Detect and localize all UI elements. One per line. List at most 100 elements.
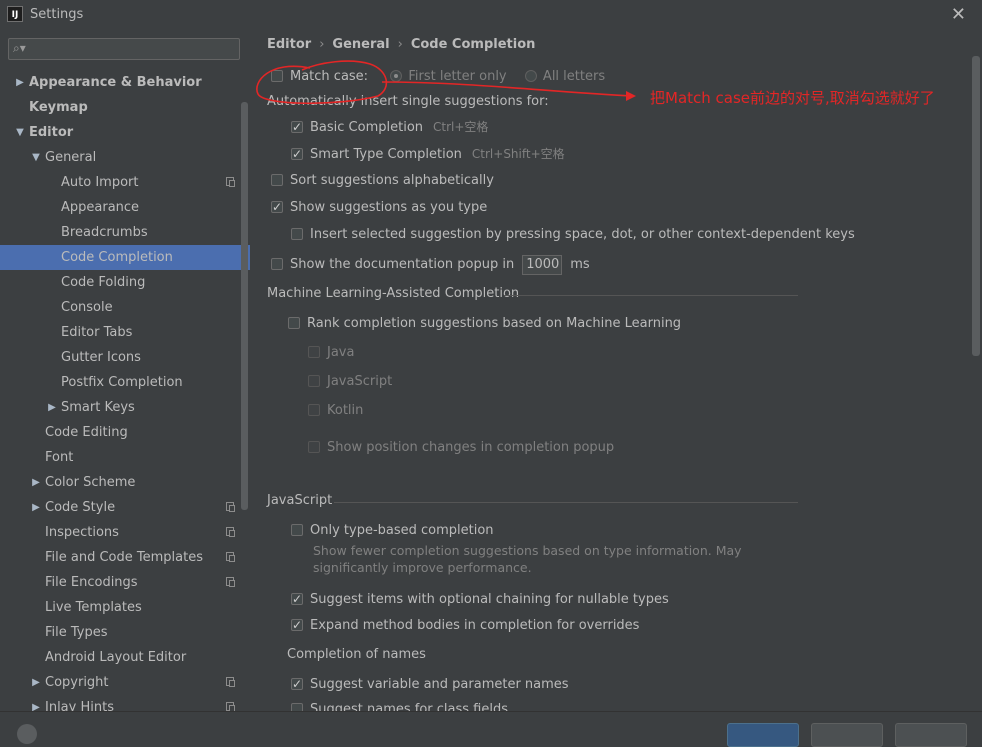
sidebar-item-label: File and Code Templates: [45, 550, 203, 565]
sidebar-item-label: Appearance & Behavior: [29, 75, 202, 90]
sort-alpha-checkbox[interactable]: [271, 174, 283, 186]
sidebar-item-label: General: [45, 150, 97, 165]
js-var-names-checkbox[interactable]: [291, 674, 303, 694]
sidebar-item-breadcrumbs[interactable]: Breadcrumbs: [0, 220, 250, 245]
sidebar-item-file-and-code-templates[interactable]: File and Code Templates: [0, 545, 250, 570]
basic-completion-shortcut: Ctrl+空格: [433, 120, 489, 134]
sidebar-item-code-editing[interactable]: Code Editing: [0, 420, 250, 445]
sidebar-item-code-style[interactable]: ▶ Code Style: [0, 495, 250, 520]
js-optional-chaining-checkbox[interactable]: [291, 589, 303, 609]
settings-content: Editor › General › Code Completion Match cas…: [250, 30, 982, 711]
sidebar-item-label: Font: [45, 450, 74, 465]
doc-popup-checkbox[interactable]: [271, 258, 283, 270]
project-scope-icon: [226, 177, 235, 187]
basic-completion-row: Basic Completion Ctrl+空格: [291, 117, 488, 137]
project-scope-icon: [226, 577, 235, 587]
annotation-note: 把Match case前边的对号,取消勾选就好了: [650, 89, 935, 107]
chevron-right-icon[interactable]: ▶: [30, 495, 42, 520]
search-input[interactable]: [31, 40, 235, 60]
sidebar-item-general[interactable]: ▼ General: [0, 145, 250, 170]
doc-popup-delay-input[interactable]: 1000: [522, 255, 563, 275]
apply-button[interactable]: [895, 723, 967, 747]
sidebar-item-inlay-hints[interactable]: ▶ Inlay Hints: [0, 695, 250, 711]
sidebar-item-code-folding[interactable]: Code Folding: [0, 270, 250, 295]
ml-position-row: Show position changes in completion popu…: [308, 438, 614, 458]
chevron-right-icon[interactable]: ▶: [14, 70, 26, 95]
sidebar-scrollbar[interactable]: [241, 102, 248, 510]
js-expand-bodies-row: Expand method bodies in completion for o…: [291, 615, 639, 636]
sidebar-item-label: Postfix Completion: [61, 375, 183, 390]
basic-completion-checkbox[interactable]: [291, 117, 303, 137]
breadcrumb-editor[interactable]: Editor: [267, 37, 311, 52]
sidebar-item-label: Code Folding: [61, 275, 146, 290]
match-case-checkbox[interactable]: [271, 70, 283, 82]
sort-alpha-label: Sort suggestions alphabetically: [290, 173, 494, 188]
all-letters-label: All letters: [542, 69, 606, 84]
chevron-right-icon[interactable]: ▶: [46, 395, 58, 420]
sidebar-item-color-scheme[interactable]: ▶ Color Scheme: [0, 470, 250, 495]
chevron-right-icon[interactable]: ▶: [30, 470, 42, 495]
sidebar-item-editor-tabs[interactable]: Editor Tabs: [0, 320, 250, 345]
sidebar-item-file-encodings[interactable]: File Encodings: [0, 570, 250, 595]
chevron-right-icon[interactable]: ▶: [30, 670, 42, 695]
sidebar-item-gutter-icons[interactable]: Gutter Icons: [0, 345, 250, 370]
show-as-type-checkbox[interactable]: [271, 197, 283, 217]
sidebar-item-android-layout-editor[interactable]: Android Layout Editor: [0, 645, 250, 670]
js-var-names-row: Suggest variable and parameter names: [291, 674, 569, 695]
sidebar-item-console[interactable]: Console: [0, 295, 250, 320]
ml-java-label: Java: [327, 345, 355, 360]
chevron-down-icon[interactable]: ▼: [30, 145, 42, 170]
title-bar: IJ Settings ✕: [0, 0, 982, 30]
sidebar-item-label: Color Scheme: [45, 475, 136, 490]
close-icon[interactable]: ✕: [951, 4, 966, 25]
js-only-type-checkbox[interactable]: [291, 524, 303, 536]
sidebar-item-postfix-completion[interactable]: Postfix Completion: [0, 370, 250, 395]
content-scrollbar[interactable]: [972, 56, 980, 356]
project-scope-icon: [226, 552, 235, 562]
sidebar-item-editor[interactable]: ▼ Editor: [0, 120, 250, 145]
chevron-down-icon[interactable]: ▼: [14, 120, 26, 145]
ok-button[interactable]: [727, 723, 799, 747]
ml-java-row: Java: [308, 343, 354, 363]
ml-java-checkbox[interactable]: [308, 346, 320, 358]
first-letter-radio[interactable]: [390, 70, 403, 82]
sidebar-item-code-completion[interactable]: Code Completion: [0, 245, 250, 270]
ml-position-checkbox[interactable]: [308, 441, 320, 453]
settings-tree: ▶ Appearance & Behavior Keymap ▼ Editor ▼ Gene…: [0, 70, 250, 711]
cancel-button[interactable]: [811, 723, 883, 747]
js-section-divider: [334, 502, 798, 503]
js-class-fields-row: Suggest names for class fields: [291, 700, 508, 711]
sidebar-item-inspections[interactable]: Inspections: [0, 520, 250, 545]
ml-rank-checkbox[interactable]: [288, 317, 300, 329]
sidebar-item-appearance-behavior[interactable]: ▶ Appearance & Behavior: [0, 70, 250, 95]
window-title: Settings: [30, 7, 84, 22]
smart-completion-checkbox[interactable]: [291, 144, 303, 164]
sidebar-item-file-types[interactable]: File Types: [0, 620, 250, 645]
first-letter-label: First letter only: [408, 69, 507, 84]
sidebar-item-font[interactable]: Font: [0, 445, 250, 470]
ml-javascript-checkbox[interactable]: [308, 375, 320, 387]
chevron-right-icon[interactable]: ▶: [30, 695, 42, 711]
js-expand-bodies-checkbox[interactable]: [291, 615, 303, 635]
sidebar-item-label: File Types: [45, 625, 108, 640]
sidebar-item-keymap[interactable]: Keymap: [0, 95, 250, 120]
js-class-fields-checkbox[interactable]: [291, 703, 303, 711]
ml-kotlin-checkbox[interactable]: [308, 404, 320, 416]
sidebar-item-copyright[interactable]: ▶ Copyright: [0, 670, 250, 695]
sidebar-item-label: Inspections: [45, 525, 119, 540]
sidebar-item-label: Auto Import: [61, 175, 139, 190]
sort-alpha-row: Sort suggestions alphabetically: [271, 171, 494, 191]
breadcrumb-general[interactable]: General: [332, 37, 389, 52]
sidebar-item-live-templates[interactable]: Live Templates: [0, 595, 250, 620]
help-icon[interactable]: [17, 724, 37, 744]
sidebar-item-label: Editor: [29, 125, 74, 140]
sidebar-item-appearance[interactable]: Appearance: [0, 195, 250, 220]
insert-selected-row: Insert selected suggestion by pressing s…: [291, 225, 855, 245]
sidebar-item-auto-import[interactable]: Auto Import: [0, 170, 250, 195]
search-box[interactable]: ⌕▾: [8, 38, 240, 60]
all-letters-radio[interactable]: [524, 70, 537, 82]
sidebar-item-smart-keys[interactable]: ▶ Smart Keys: [0, 395, 250, 420]
sidebar-item-label: Console: [61, 300, 113, 315]
insert-selected-checkbox[interactable]: [291, 228, 303, 240]
basic-completion-label: Basic Completion: [310, 120, 424, 135]
